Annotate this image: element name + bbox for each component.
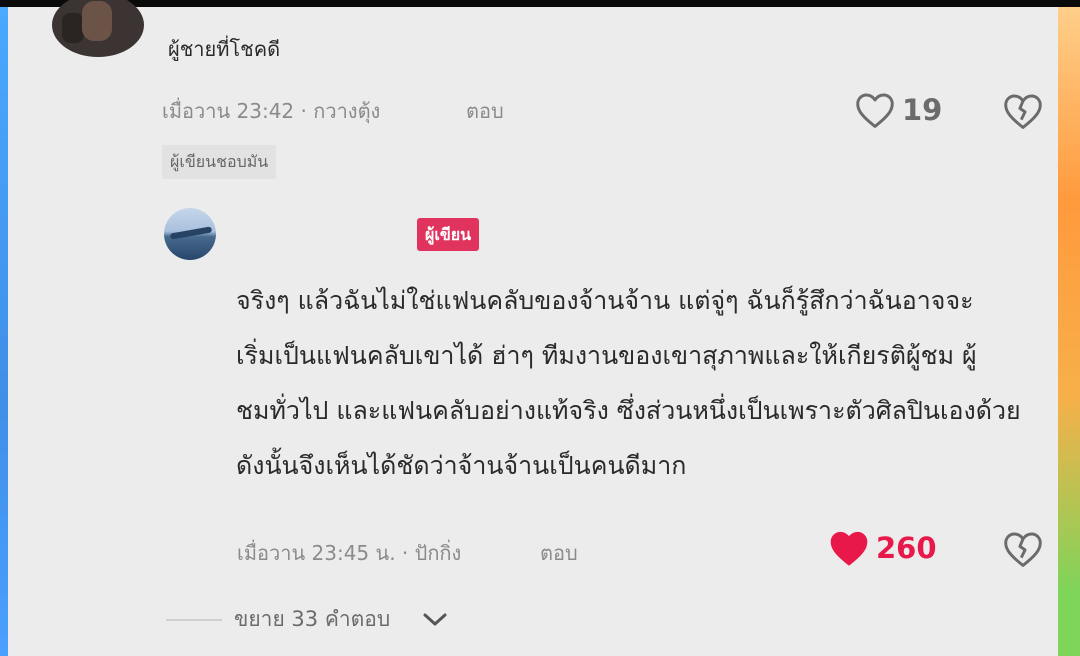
comment-dislike-button[interactable] (1002, 92, 1044, 134)
expand-replies-button[interactable]: ขยาย 33 คำตอบ (166, 603, 448, 636)
reply-text-line: เริ่มเป็นแฟนคลับเขาได้ ฮ่าๆ ทีมงานของเขา… (236, 341, 977, 370)
broken-heart-icon (1004, 532, 1042, 567)
left-edge-decoration (0, 7, 8, 656)
divider-line (166, 618, 222, 621)
heart-icon (830, 531, 868, 566)
top-bar (0, 0, 1080, 7)
reply-like-count: 260 (876, 531, 937, 565)
heart-icon (856, 93, 894, 128)
reply-like-button[interactable]: 260 (828, 529, 937, 567)
expand-replies-label: ขยาย 33 คำตอบ (234, 607, 391, 631)
author-badge: ผู้เขียน (417, 218, 480, 251)
comment-like-count: 19 (902, 93, 943, 127)
comments-panel: ผู้ชายที่โชคดี เมื่อวาน 23:42 · กวางตุ้ง… (8, 0, 1058, 656)
reply-meta: เมื่อวาน 23:45 น. · ปักกิ่ง (237, 541, 462, 565)
chevron-down-icon (423, 613, 447, 625)
comment-meta: เมื่อวาน 23:42 · กวางตุ้ง (162, 99, 381, 123)
reply-text-line: ชมทั่วไป และแฟนคลับอย่างแท้จริง ซึ่งส่วน… (236, 396, 1021, 425)
broken-heart-icon (1004, 94, 1042, 129)
reply-text: จริงๆ แล้วฉันไม่ใช่แฟนคลับของจ้านจ้าน แต… (236, 273, 1041, 493)
reply-text-line: ดังนั้นจึงเห็นได้ชัดว่าจ้านจ้านเป็นคนดีม… (236, 451, 687, 480)
commenter-avatar[interactable] (52, 0, 144, 57)
author-avatar[interactable] (164, 208, 216, 260)
reply-dislike-button[interactable] (1002, 530, 1044, 572)
commenter-username[interactable]: ผู้ชายที่โชคดี (168, 33, 280, 65)
reply-reply-button[interactable]: ตอบ (540, 537, 578, 569)
comment-reply-button[interactable]: ตอบ (466, 95, 504, 127)
right-edge-decoration (1058, 7, 1080, 656)
reply-text-line: จริงๆ แล้วฉันไม่ใช่แฟนคลับของจ้านจ้าน แต… (236, 286, 974, 315)
comment-like-button[interactable]: 19 (854, 91, 942, 129)
author-liked-tag: ผู้เขียนชอบมัน (162, 145, 277, 179)
